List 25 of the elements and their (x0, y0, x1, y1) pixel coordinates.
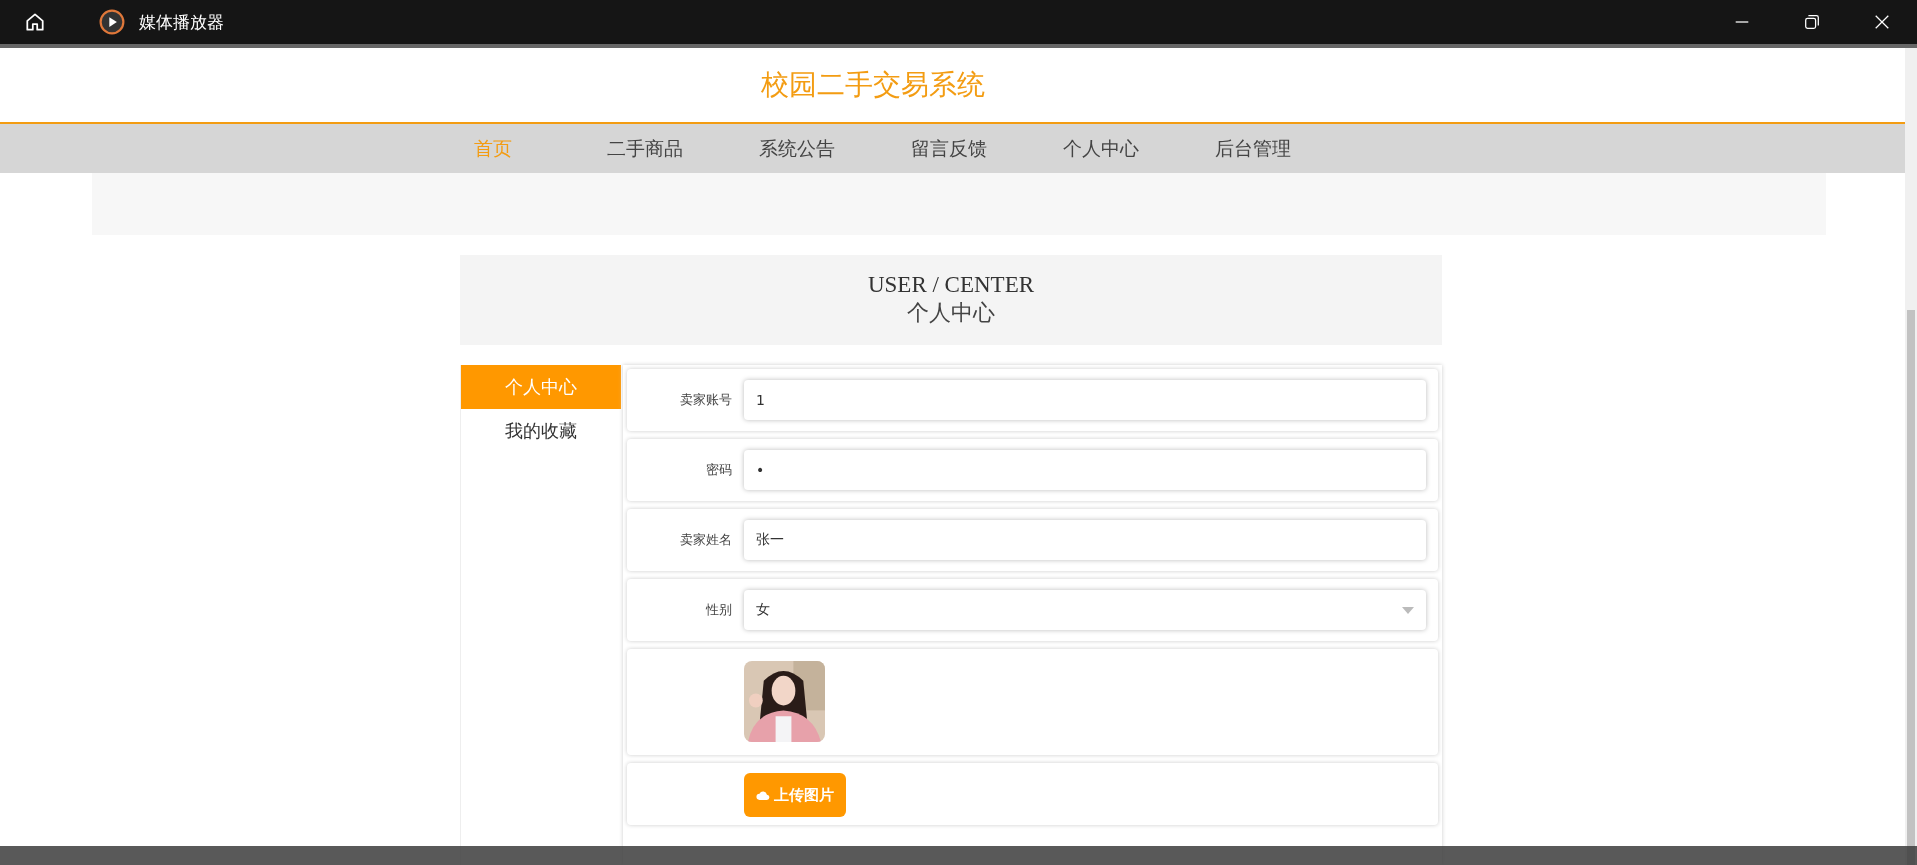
restore-icon[interactable] (1803, 13, 1821, 31)
field-label: 卖家账号 (679, 391, 732, 409)
site-title: 校园二手交易系统 (760, 66, 985, 103)
cloud-icon (756, 789, 770, 801)
dropdown-caret-icon (1402, 606, 1414, 614)
field-label: 卖家姓名 (679, 531, 732, 549)
home-icon[interactable] (24, 11, 46, 33)
input-field[interactable]: 张一 (744, 520, 1426, 560)
nav-link[interactable]: 二手商品 (568, 135, 721, 162)
section-title-en: USER / CENTER (867, 272, 1035, 298)
section-title: 个人中心 (907, 299, 995, 327)
input-field[interactable]: 1 (744, 380, 1426, 420)
nav-link[interactable]: 后台管理 (1176, 135, 1329, 162)
nav-link[interactable]: 留言反馈 (872, 135, 1025, 162)
play-icon (99, 9, 125, 35)
sidebar-item[interactable]: 我的收藏 (461, 409, 621, 453)
window-title: 媒体播放器 (139, 10, 224, 34)
close-icon[interactable] (1873, 13, 1891, 31)
nav-link[interactable]: 个人中心 (1024, 135, 1177, 162)
field-label: 密码 (705, 461, 732, 479)
field-label: 性别 (705, 601, 732, 619)
select-value: 女 (756, 601, 770, 619)
select-field[interactable]: 女 (744, 590, 1426, 630)
nav-link[interactable]: 系统公告 (720, 135, 873, 162)
input-field[interactable]: • (744, 450, 1426, 490)
